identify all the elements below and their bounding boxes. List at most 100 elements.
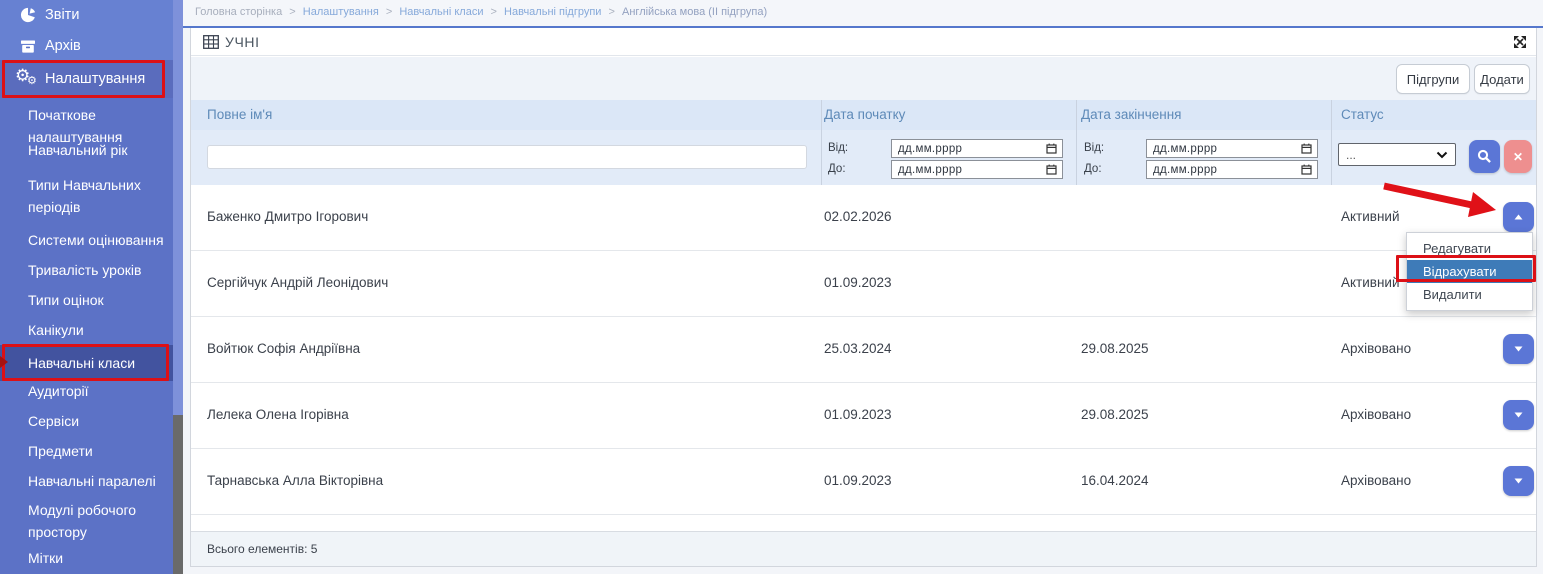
sidebar-item-auditoriums[interactable]: Аудиторії xyxy=(28,380,166,402)
calendar-icon[interactable] xyxy=(1301,143,1312,154)
filter-row: Від: дд.мм.рррр До: дд.мм.рррр Від: дд.м… xyxy=(191,130,1536,185)
breadcrumb-separator: > xyxy=(386,6,392,18)
top-strip: Головна сторінка > Налаштування > Навчал… xyxy=(183,0,1543,26)
chevron-down-icon xyxy=(1436,151,1448,159)
start-date-from-input[interactable]: дд.мм.рррр xyxy=(891,139,1063,158)
sidebar-item-holidays[interactable]: Канікули xyxy=(28,319,166,341)
close-icon: ✕ xyxy=(1513,150,1523,164)
start-from-label: Від: xyxy=(828,142,848,154)
breadcrumb-classes[interactable]: Навчальні класи xyxy=(399,6,483,18)
status-badge: Активний xyxy=(1341,275,1400,290)
column-header-status[interactable]: Статус xyxy=(1341,107,1384,122)
end-date-from-input[interactable]: дд.мм.рррр xyxy=(1146,139,1318,158)
row-actions-button[interactable] xyxy=(1503,400,1534,430)
column-divider xyxy=(1331,100,1332,185)
page-title: УЧНІ xyxy=(225,34,260,50)
sidebar-item-period-types[interactable]: Типи Навчальних періодів xyxy=(28,174,166,218)
column-divider xyxy=(821,100,822,185)
sidebar-item-settings[interactable]: ⚙⚙ Налаштування xyxy=(0,60,173,98)
calendar-icon[interactable] xyxy=(1046,143,1057,154)
table-row[interactable]: Тарнавська Алла Вікторівна 01.09.2023 16… xyxy=(191,449,1536,515)
breadcrumb: Головна сторінка > Налаштування > Навчал… xyxy=(195,6,767,18)
breadcrumb-separator: > xyxy=(491,6,497,18)
table-footer: Всього елементів: 5 xyxy=(191,531,1536,566)
date-placeholder: дд.мм.рррр xyxy=(898,164,962,176)
table-row[interactable]: Лелека Олена Ігорівна 01.09.2023 29.08.2… xyxy=(191,383,1536,449)
student-name: Войтюк Софія Андріївна xyxy=(207,341,360,356)
table-row[interactable]: Баженко Дмитро Ігорович 02.02.2026 Актив… xyxy=(191,185,1536,251)
sidebar-item-reports[interactable]: Звіти xyxy=(0,0,173,30)
sidebar: Звіти Архів ⚙⚙ Налаштування Початкове на… xyxy=(0,0,183,574)
sidebar-item-services[interactable]: Сервіси xyxy=(28,410,166,432)
start-date-to-input[interactable]: дд.мм.рррр xyxy=(891,160,1063,179)
sidebar-item-grading-systems[interactable]: Системи оцінювання xyxy=(28,229,166,251)
table-row[interactable]: Сергійчук Андрій Леонідович 01.09.2023 А… xyxy=(191,251,1536,317)
calendar-icon[interactable] xyxy=(1301,164,1312,175)
sidebar-item-tags[interactable]: Мітки xyxy=(28,547,166,569)
subgroups-button[interactable]: Підгрупи xyxy=(1396,64,1470,94)
start-date: 01.09.2023 xyxy=(824,275,892,290)
table-row[interactable]: Войтюк Софія Андріївна 25.03.2024 29.08.… xyxy=(191,317,1536,383)
status-badge: Архівовано xyxy=(1341,407,1411,422)
app-root: Звіти Архів ⚙⚙ Налаштування Початкове на… xyxy=(0,0,1543,574)
clear-filters-button[interactable]: ✕ xyxy=(1504,140,1532,173)
expand-icon[interactable] xyxy=(1513,35,1527,54)
caret-down-icon xyxy=(1514,478,1523,484)
row-actions-button-open[interactable] xyxy=(1503,202,1534,232)
breadcrumb-settings[interactable]: Налаштування xyxy=(303,6,379,18)
status-select-value: ... xyxy=(1346,148,1356,162)
column-header-end-date[interactable]: Дата закінчення xyxy=(1081,107,1181,122)
sidebar-item-lesson-duration[interactable]: Тривалість уроків xyxy=(28,259,166,281)
status-badge: Архівовано xyxy=(1341,473,1411,488)
sidebar-item-grade-types[interactable]: Типи оцінок xyxy=(28,289,166,311)
search-button[interactable] xyxy=(1469,140,1500,173)
start-date: 01.09.2023 xyxy=(824,407,892,422)
breadcrumb-subgroups[interactable]: Навчальні підгрупи xyxy=(504,6,601,18)
search-icon xyxy=(1477,149,1492,164)
table-header-row: Повне ім'я Дата початку Дата закінчення … xyxy=(191,100,1536,130)
sidebar-item-classes[interactable]: Навчальні класи xyxy=(0,345,173,381)
sidebar-item-archive[interactable]: Архів xyxy=(0,31,173,61)
sidebar-item-parallels[interactable]: Навчальні паралелі xyxy=(28,470,166,492)
pie-chart-icon xyxy=(13,7,43,23)
end-to-label: До: xyxy=(1084,163,1102,175)
sidebar-item-school-year[interactable]: Навчальний рік xyxy=(28,139,166,161)
caret-up-icon xyxy=(1514,214,1523,220)
status-filter-select[interactable]: ... xyxy=(1338,143,1456,166)
date-placeholder: дд.мм.рррр xyxy=(898,143,962,155)
end-date: 16.04.2024 xyxy=(1081,473,1149,488)
calendar-icon[interactable] xyxy=(1046,164,1057,175)
total-elements-label: Всього елементів: 5 xyxy=(207,542,317,556)
row-context-menu: Редагувати Відрахувати Видалити xyxy=(1406,232,1533,311)
toolbar: Підгрупи Додати xyxy=(191,57,1536,100)
sidebar-item-subjects[interactable]: Предмети xyxy=(28,440,166,462)
date-placeholder: дд.мм.рррр xyxy=(1153,164,1217,176)
menu-item-expel[interactable]: Відрахувати xyxy=(1407,260,1532,283)
panel-header: УЧНІ xyxy=(191,28,1536,56)
menu-item-delete[interactable]: Видалити xyxy=(1407,283,1532,306)
column-header-start-date[interactable]: Дата початку xyxy=(824,107,905,122)
table-grid-icon xyxy=(203,35,219,54)
end-date-to-input[interactable]: дд.мм.рррр xyxy=(1146,160,1318,179)
column-header-name[interactable]: Повне ім'я xyxy=(207,107,272,122)
start-to-label: До: xyxy=(828,163,846,175)
start-date: 25.03.2024 xyxy=(824,341,892,356)
name-filter-input[interactable] xyxy=(207,145,807,169)
student-name: Лелека Олена Ігорівна xyxy=(207,407,349,422)
students-panel: УЧНІ Підгрупи Додати Повне ім'я Дата поч… xyxy=(190,28,1537,567)
sidebar-scrollbar-thumb[interactable] xyxy=(173,415,183,574)
add-button[interactable]: Додати xyxy=(1474,64,1530,94)
end-date: 29.08.2025 xyxy=(1081,407,1149,422)
menu-item-edit[interactable]: Редагувати xyxy=(1407,237,1532,260)
row-actions-button[interactable] xyxy=(1503,466,1534,496)
caret-down-icon xyxy=(1514,346,1523,352)
gears-icon: ⚙⚙ xyxy=(13,69,43,89)
sidebar-item-label: Архів xyxy=(45,38,81,54)
student-name: Сергійчук Андрій Леонідович xyxy=(207,275,388,290)
row-actions-button[interactable] xyxy=(1503,334,1534,364)
sidebar-item-workspace-modules[interactable]: Модулі робочого простору xyxy=(28,499,166,543)
breadcrumb-home[interactable]: Головна сторінка xyxy=(195,6,282,18)
column-divider xyxy=(1076,100,1077,185)
breadcrumb-current-page: Англійська мова (II підгрупа) xyxy=(622,6,767,18)
student-name: Тарнавська Алла Вікторівна xyxy=(207,473,383,488)
